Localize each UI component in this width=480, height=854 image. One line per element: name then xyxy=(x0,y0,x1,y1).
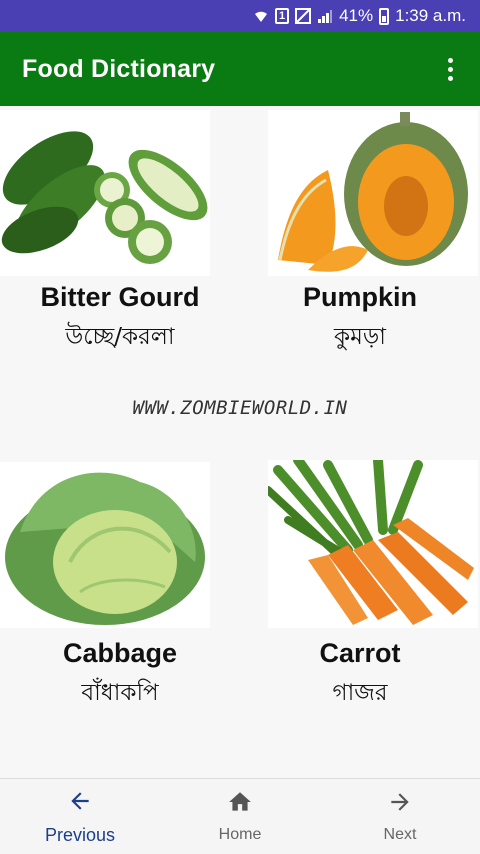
food-name-bengali: গাজর xyxy=(332,680,388,706)
food-name-english: Carrot xyxy=(319,638,401,668)
overflow-menu-icon[interactable] xyxy=(440,54,460,84)
nav-previous[interactable]: Previous xyxy=(0,779,160,854)
home-icon xyxy=(227,789,253,820)
food-name-english: Cabbage xyxy=(62,638,178,668)
arrow-right-icon xyxy=(387,789,413,820)
no-sim-icon xyxy=(295,8,312,24)
nav-home[interactable]: Home xyxy=(160,779,320,854)
pumpkin-image xyxy=(268,110,478,276)
bottom-navigation: Previous Home Next xyxy=(0,778,480,854)
battery-percent: 41% xyxy=(339,6,374,25)
status-bar: 1 41% 1:39 a.m. xyxy=(0,0,480,32)
nav-home-label: Home xyxy=(218,826,262,843)
food-card-cabbage[interactable]: Cabbage বাঁধাকপি xyxy=(0,460,240,760)
app-title: Food Dictionary xyxy=(22,54,216,83)
cabbage-image xyxy=(0,462,210,628)
carrot-image xyxy=(264,455,478,628)
food-name-bengali: উচ্ছে/করলা xyxy=(65,324,175,350)
sim-icon: 1 xyxy=(275,8,290,24)
wifi-icon xyxy=(253,8,269,24)
nav-next-label: Next xyxy=(383,826,417,843)
watermark: WWW.ZOMBIEWORLD.IN xyxy=(132,397,348,419)
signal-icon xyxy=(317,8,333,24)
food-card-carrot[interactable]: Carrot গাজর xyxy=(240,455,480,760)
battery-icon xyxy=(379,7,390,25)
app-bar: Food Dictionary xyxy=(0,32,480,106)
food-card-bitter-gourd[interactable]: Bitter Gourd উচ্ছে/করলা xyxy=(0,106,240,396)
nav-next[interactable]: Next xyxy=(320,779,480,854)
clock: 1:39 a.m. xyxy=(395,6,466,25)
nav-previous-label: Previous xyxy=(44,824,116,845)
food-name-english: Bitter Gourd xyxy=(40,282,200,312)
food-card-pumpkin[interactable]: Pumpkin কুমড়া xyxy=(240,106,480,396)
food-name-bengali: কুমড়া xyxy=(334,324,386,350)
arrow-left-icon xyxy=(67,788,93,819)
food-name-english: Pumpkin xyxy=(302,282,417,312)
bitter-gourd-image xyxy=(0,110,210,276)
food-name-bengali: বাঁধাকপি xyxy=(81,680,159,706)
